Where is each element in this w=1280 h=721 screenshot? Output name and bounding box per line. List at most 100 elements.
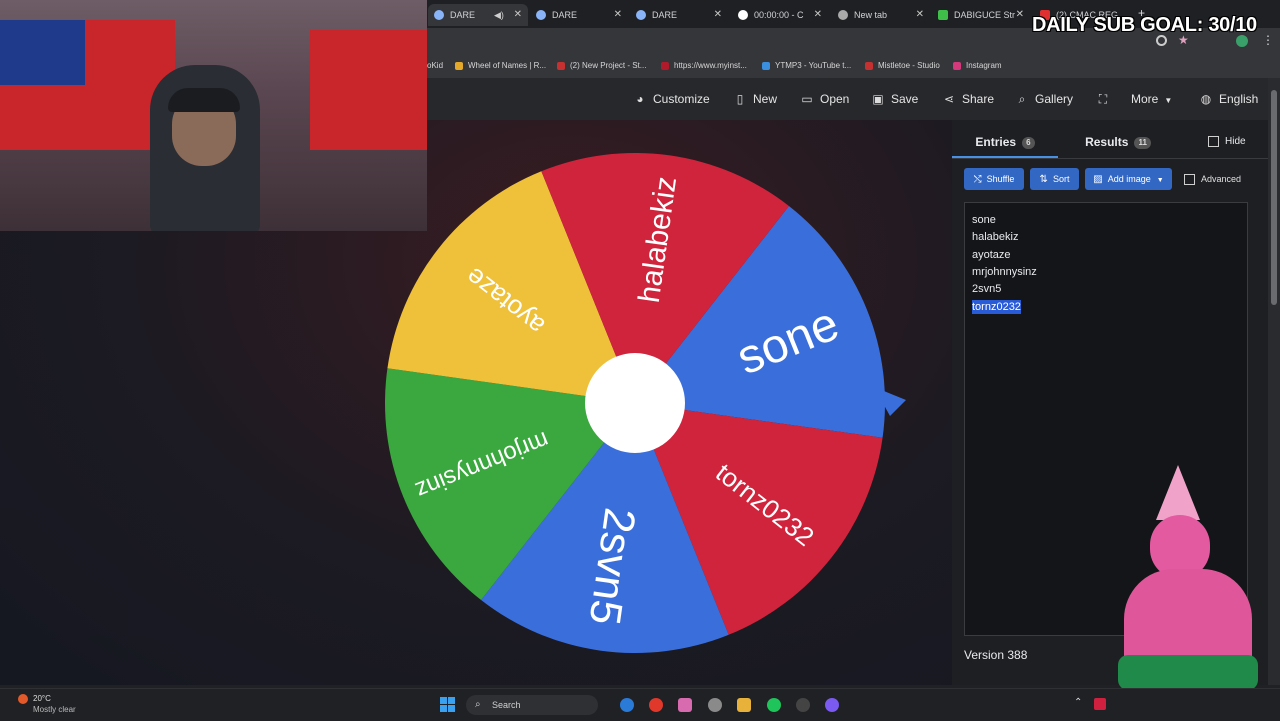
globe-icon: ◍	[1200, 92, 1212, 106]
taskbar-search[interactable]: ⌕ Search	[466, 695, 598, 715]
browser-tab[interactable]: DARE ✕	[530, 4, 628, 26]
spotify-icon[interactable]	[767, 698, 781, 712]
more-button[interactable]: More ▼	[1131, 78, 1172, 120]
tray-app-icon[interactable]	[1094, 698, 1106, 710]
bookmark-icon	[953, 62, 961, 70]
palette-icon: ◕	[636, 92, 644, 106]
weather-temp: 20°C	[33, 694, 51, 703]
browser-tab[interactable]: DARE ◀) ✕	[428, 4, 528, 26]
party-hat	[1156, 465, 1200, 520]
version-label: Version 388	[964, 648, 1028, 662]
save-button[interactable]: ▣ Save	[871, 78, 918, 120]
tab-close-icon[interactable]: ✕	[614, 4, 622, 26]
entry-line: sone	[972, 214, 996, 226]
shuffle-button[interactable]: ⤭ Shuffle	[964, 168, 1024, 190]
bookmark[interactable]: (2) New Project - St...	[557, 58, 646, 74]
share-icon: ⋖	[943, 92, 955, 106]
advanced-checkbox[interactable]: Advanced	[1184, 168, 1241, 190]
tab-close-icon[interactable]: ✕	[1016, 4, 1024, 26]
cutout-body	[1124, 569, 1252, 669]
tab-favicon-icon	[838, 10, 848, 20]
entry-line: halabekiz	[972, 231, 1019, 243]
gallery-button[interactable]: ⌕ Gallery	[1015, 78, 1073, 120]
browser-tab[interactable]: 00:00:00 - C ✕	[732, 4, 828, 26]
add-image-button[interactable]: ▨ Add image ▼	[1085, 168, 1172, 190]
sort-icon: ⇅	[1039, 174, 1048, 185]
fullscreen-button[interactable]: ⛶	[1096, 78, 1116, 120]
checkbox-icon	[1184, 174, 1195, 186]
browser-tab[interactable]: New tab ✕	[832, 4, 930, 26]
hide-checkbox[interactable]: Hide	[1208, 120, 1246, 156]
share-button[interactable]: ⋖ Share	[942, 78, 994, 120]
fullscreen-icon: ⛶	[1098, 92, 1108, 106]
tab-favicon-icon	[738, 10, 748, 20]
webcam-overlay	[0, 0, 427, 231]
tab-audio-icon[interactable]: ◀)	[494, 4, 504, 26]
bookmark-icon	[865, 62, 873, 70]
app-icon[interactable]	[678, 698, 692, 712]
tab-entries[interactable]: Entries 6	[952, 120, 1058, 158]
bookmark[interactable]: Wheel of Names | R...	[455, 58, 546, 74]
bookmark[interactable]: https://www.myinst...	[661, 58, 747, 74]
entry-line: ayotaze	[972, 249, 1011, 261]
bookmark[interactable]: YTMP3 - YouTube t...	[762, 58, 851, 74]
image-icon: ▨	[1093, 174, 1103, 185]
shuffle-icon: ⤭	[973, 174, 982, 185]
tab-close-icon[interactable]: ✕	[714, 4, 722, 26]
checkbox-icon	[1208, 135, 1219, 147]
tab-close-icon[interactable]: ✕	[916, 4, 924, 26]
settings-icon[interactable]	[708, 698, 722, 712]
tab-favicon-icon	[636, 10, 646, 20]
obs-icon[interactable]	[796, 698, 810, 712]
bookmark-icon	[762, 62, 770, 70]
chrome-icon[interactable]	[649, 698, 663, 712]
tab-favicon-icon	[536, 10, 546, 20]
entry-line-selected: tornz0232	[972, 300, 1021, 314]
browser-tab[interactable]: DABIGUCE Str ✕	[932, 4, 1030, 26]
wheel[interactable]: sonetornz02322svn5mrjohnnysinzayotaze hal…	[382, 150, 906, 656]
windows-start-icon[interactable]	[440, 697, 455, 712]
sidebar-tabs: Entries 6 Results 11 Hide	[952, 120, 1268, 159]
tray-chevron-icon[interactable]: ⌃	[1074, 697, 1082, 708]
save-icon: ▣	[872, 92, 884, 106]
taskbar: 20°C Mostly clear ⌕ Search ⌃	[0, 688, 1280, 721]
edge-icon[interactable]	[620, 698, 634, 712]
sub-goal-overlay: DAILY SUB GOAL: 30/10	[1032, 14, 1257, 36]
entries-count-badge: 6	[1022, 136, 1035, 149]
bookmark[interactable]: Instagram	[953, 58, 1002, 74]
customize-button[interactable]: ◕ Customize	[633, 78, 709, 120]
new-button[interactable]: ▯ New	[733, 78, 777, 120]
tab-close-icon[interactable]: ✕	[514, 4, 522, 26]
bookmark[interactable]: oKid	[427, 58, 443, 74]
browser-tab[interactable]: DARE ✕	[630, 4, 728, 26]
scrollbar-thumb[interactable]	[1271, 90, 1277, 305]
flag-left	[0, 20, 175, 150]
bookmark[interactable]: Mistletoe - Studio	[865, 58, 940, 74]
flag-right	[310, 30, 427, 150]
bookmark-icon	[557, 62, 565, 70]
open-button[interactable]: ▭ Open	[800, 78, 849, 120]
tab-close-icon[interactable]: ✕	[814, 4, 822, 26]
entry-line: mrjohnnysinz	[972, 266, 1037, 278]
chevron-down-icon: ▼	[1156, 177, 1164, 184]
tab-results[interactable]: Results 11	[1078, 120, 1158, 156]
entry-line: 2svn5	[972, 283, 1002, 295]
wheel-hub[interactable]	[585, 353, 685, 453]
bookmark-icon	[455, 62, 463, 70]
discord-icon[interactable]	[825, 698, 839, 712]
sort-button[interactable]: ⇅ Sort	[1030, 168, 1079, 190]
language-button[interactable]: ◍ English	[1199, 78, 1259, 120]
weather-text: Mostly clear	[33, 705, 76, 714]
bookmark-icon	[661, 62, 669, 70]
page-scrollbar[interactable]	[1268, 78, 1280, 685]
search-icon: ⌕	[1018, 92, 1026, 106]
folder-icon: ▭	[801, 92, 813, 106]
menu-dots-icon[interactable]: ⋮	[1262, 33, 1274, 47]
search-icon: ⌕	[475, 699, 481, 710]
chevron-down-icon: ▼	[1164, 96, 1173, 105]
folder-icon[interactable]	[737, 698, 751, 712]
tab-favicon-icon	[938, 10, 948, 20]
streamer-cutout-overlay	[1108, 465, 1268, 690]
results-count-badge: 11	[1134, 136, 1151, 149]
file-icon: ▯	[736, 92, 744, 106]
